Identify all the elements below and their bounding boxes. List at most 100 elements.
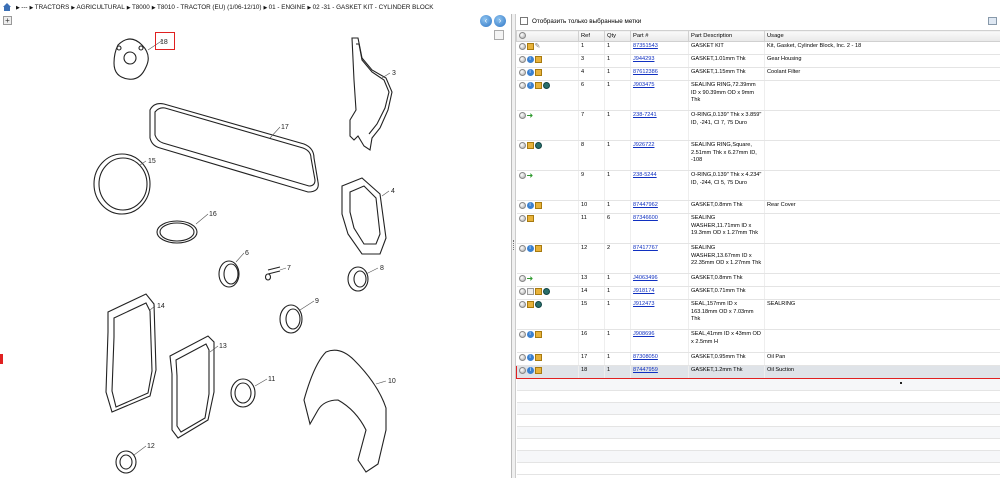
globe-icon[interactable] <box>534 142 542 149</box>
select-radio-icon[interactable] <box>518 43 526 50</box>
diagram-label-9[interactable]: 9 <box>315 298 319 305</box>
header-part[interactable]: Part # <box>630 30 689 42</box>
info-icon[interactable]: i <box>526 56 534 63</box>
table-row[interactable]: 14 1 J918174 GASKET,0.71mm Thk <box>516 286 1000 300</box>
package-icon[interactable] <box>534 331 542 338</box>
select-radio-icon[interactable] <box>518 354 526 361</box>
breadcrumb-item[interactable]: ▶ TRACTORS <box>30 4 70 11</box>
part-number-link[interactable]: J944293 <box>633 56 654 62</box>
splitter-grip[interactable] <box>513 240 515 250</box>
cell-part[interactable]: J926722 <box>630 140 689 171</box>
part-number-link[interactable]: J912473 <box>633 301 654 307</box>
cell-part[interactable]: J918174 <box>630 286 689 300</box>
breadcrumb-label[interactable]: 01 - ENGINE <box>269 4 306 11</box>
replacement-arrow-icon[interactable]: ➜ <box>527 172 535 180</box>
info-icon[interactable]: i <box>526 331 534 338</box>
diagram-label-4[interactable]: 4 <box>391 188 395 195</box>
globe-icon[interactable] <box>542 288 550 295</box>
row-actions[interactable]: ✎ <box>516 41 579 55</box>
breadcrumb-item[interactable]: ▶ 01 - ENGINE <box>263 4 305 11</box>
table-row[interactable]: i 3 1 J944293 GASKET,1.01mm Thk Gear Housing <box>516 54 1000 68</box>
filter-checkbox[interactable] <box>520 17 528 25</box>
part-number-link[interactable]: J4063496 <box>633 275 658 281</box>
package-icon[interactable] <box>526 43 534 50</box>
diagram-label-16[interactable]: 16 <box>209 211 217 218</box>
select-radio-icon[interactable] <box>518 215 526 222</box>
row-actions[interactable]: i <box>516 80 579 111</box>
part-number-link[interactable]: 87417767 <box>633 245 658 251</box>
wrench-icon[interactable]: ✎ <box>535 43 542 50</box>
select-radio-icon[interactable] <box>518 202 526 209</box>
row-actions[interactable] <box>516 213 579 244</box>
part-number-link[interactable]: 87447962 <box>633 202 658 208</box>
breadcrumb-item[interactable]: ▶ T8000 <box>127 4 150 11</box>
exploded-diagram[interactable]: 18 3 17 15 4 16 6 7 8 9 14 13 11 10 12 <box>0 14 512 478</box>
package-icon[interactable] <box>534 354 542 361</box>
package-icon[interactable] <box>526 215 534 222</box>
part-number-link[interactable]: 238-5244 <box>633 172 657 178</box>
select-radio-icon[interactable] <box>518 112 526 119</box>
select-radio-icon[interactable] <box>518 142 526 149</box>
part-number-link[interactable]: 87308050 <box>633 354 658 360</box>
globe-icon[interactable] <box>534 301 542 308</box>
diagram-label-17[interactable]: 17 <box>281 124 289 131</box>
info-icon[interactable]: i <box>526 354 534 361</box>
header-select[interactable] <box>516 30 579 42</box>
row-actions[interactable] <box>516 299 579 330</box>
diagram-label-13[interactable]: 13 <box>219 343 227 350</box>
home-icon[interactable] <box>3 3 11 11</box>
select-radio-icon[interactable] <box>518 245 526 252</box>
part-number-link[interactable]: J926722 <box>633 142 654 148</box>
cell-part[interactable]: J912473 <box>630 299 689 330</box>
row-actions[interactable]: ➜ <box>516 110 579 141</box>
cell-part[interactable]: J903475 <box>630 80 689 111</box>
breadcrumb-label[interactable]: --- <box>21 4 27 11</box>
note-icon[interactable] <box>526 288 534 295</box>
row-actions[interactable]: i <box>516 329 579 353</box>
row-actions[interactable]: ➜ <box>516 170 579 201</box>
package-icon[interactable] <box>526 142 534 149</box>
cell-part[interactable]: 87447962 <box>630 200 689 214</box>
cell-part[interactable]: J4063496 <box>630 273 689 287</box>
row-actions[interactable]: i <box>516 352 579 366</box>
part-number-link[interactable]: 87447959 <box>633 367 658 373</box>
replacement-arrow-icon[interactable]: ➜ <box>527 112 535 120</box>
diagram-label-14[interactable]: 14 <box>157 303 165 310</box>
row-actions[interactable] <box>516 140 579 171</box>
table-row[interactable]: 8 1 J926722 SEALING RING,Square, 2.51mm Thk… <box>516 140 1000 171</box>
row-actions[interactable]: i <box>516 365 579 379</box>
diagram-label-11[interactable]: 11 <box>268 376 275 383</box>
part-number-link[interactable]: J908696 <box>633 331 654 337</box>
cell-part[interactable]: J944293 <box>630 54 689 68</box>
breadcrumb-label[interactable]: AGRICULTURAL <box>77 4 125 11</box>
breadcrumb-item[interactable]: ▶ 02 -31 - GASKET KIT - CYLINDER BLOCK <box>307 4 433 11</box>
select-radio-icon[interactable] <box>518 301 526 308</box>
package-icon[interactable] <box>535 367 542 374</box>
info-icon[interactable]: i <box>526 202 534 209</box>
breadcrumb-item[interactable]: ▶ --- <box>16 4 28 11</box>
globe-icon[interactable] <box>542 82 550 89</box>
part-number-link[interactable]: 87612386 <box>633 69 658 75</box>
row-actions[interactable]: i <box>516 67 579 81</box>
table-row[interactable]: 15 1 J912473 SEAL,157mm ID x 163.18mm OD x … <box>516 299 1000 330</box>
select-radio-icon[interactable] <box>518 56 526 63</box>
filter-row[interactable]: Отобразить только выбранные метки <box>520 14 641 28</box>
table-row[interactable]: 11 6 87346600 SEALING WASHER,11.71mm ID x 1… <box>516 213 1000 244</box>
cell-part[interactable]: 87417767 <box>630 243 689 274</box>
diagram-label-8[interactable]: 8 <box>380 265 384 272</box>
diagram-label-12[interactable]: 12 <box>147 443 155 450</box>
package-icon[interactable] <box>534 245 542 252</box>
diagram-label-7[interactable]: 7 <box>287 265 291 272</box>
row-actions[interactable]: ➜ <box>516 273 579 287</box>
header-ref[interactable]: Ref <box>578 30 605 42</box>
package-icon[interactable] <box>526 301 534 308</box>
row-actions[interactable] <box>516 286 579 300</box>
table-row[interactable]: ➜ 9 1 238-5244 O-RING,0.139" Thk x 4.234" ID… <box>516 170 1000 201</box>
table-row[interactable]: ➜ 7 1 238-7241 O-RING,0.139" Thk x 3.859" ID… <box>516 110 1000 141</box>
package-icon[interactable] <box>534 56 542 63</box>
replacement-arrow-icon[interactable]: ➜ <box>527 275 535 283</box>
part-number-link[interactable]: 87346600 <box>633 215 658 221</box>
info-icon[interactable]: i <box>527 367 534 374</box>
table-row[interactable]: i 17 1 87308050 GASKET,0.95mm Thk Oil Pan <box>516 352 1000 366</box>
part-number-link[interactable]: J918174 <box>633 288 654 294</box>
